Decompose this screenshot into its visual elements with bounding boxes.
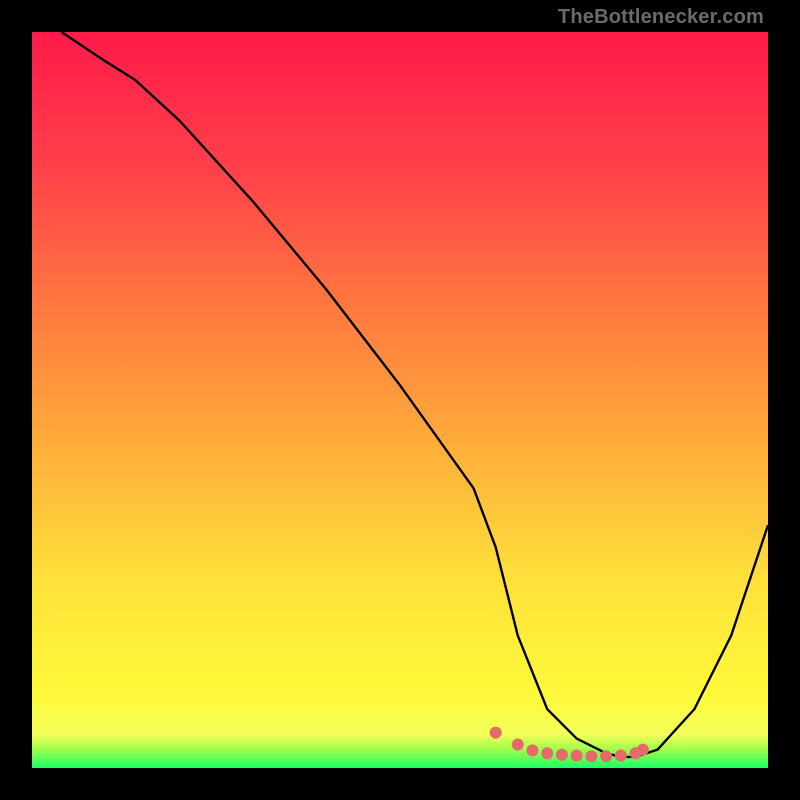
marker-dot bbox=[490, 727, 502, 739]
marker-dot bbox=[637, 744, 649, 756]
marker-dot bbox=[615, 749, 627, 761]
marker-dot bbox=[526, 744, 538, 756]
marker-dot bbox=[571, 749, 583, 761]
watermark-text: TheBottlenecker.com bbox=[558, 6, 764, 29]
chart-frame bbox=[32, 32, 768, 768]
marker-dot bbox=[541, 747, 553, 759]
gradient-background bbox=[32, 32, 768, 768]
marker-dot bbox=[600, 750, 612, 762]
chart-plot bbox=[32, 32, 768, 768]
marker-dot bbox=[512, 738, 524, 750]
marker-dot bbox=[585, 750, 597, 762]
marker-dot bbox=[556, 749, 568, 761]
